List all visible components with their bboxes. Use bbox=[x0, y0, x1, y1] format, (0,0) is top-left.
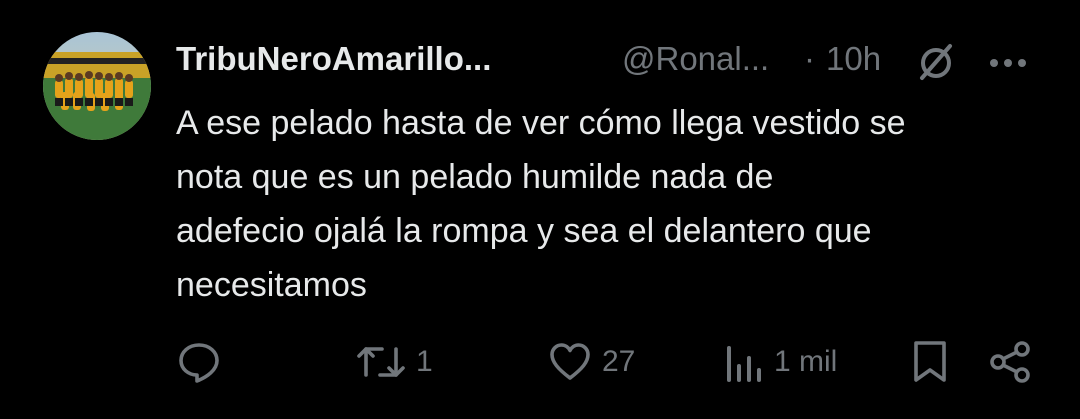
bookmark-icon bbox=[914, 341, 946, 382]
repost-icon bbox=[357, 347, 405, 377]
action-bar: 1 27 1 mil bbox=[176, 336, 1046, 388]
like-count: 27 bbox=[602, 345, 636, 378]
post-time[interactable]: 10h bbox=[826, 40, 881, 78]
views-count: 1 mil bbox=[774, 345, 838, 378]
separator-dot: · bbox=[804, 40, 815, 77]
post-text-line: adefecio ojalá la rompa y sea el delante… bbox=[176, 212, 872, 250]
post-text: A ese pelado hasta de ver cómo llega ves… bbox=[176, 96, 1056, 312]
reply-button[interactable] bbox=[176, 336, 232, 388]
views-button[interactable]: 1 mil bbox=[724, 336, 837, 388]
bookmark-button[interactable] bbox=[910, 336, 950, 388]
repost-count: 1 bbox=[416, 345, 433, 378]
share-icon bbox=[990, 341, 1030, 383]
post-text-line: necesitamos bbox=[176, 266, 367, 304]
author-handle[interactable]: @Ronal... bbox=[622, 40, 769, 78]
share-button[interactable] bbox=[988, 336, 1034, 388]
post-text-line: A ese pelado hasta de ver cómo llega ves… bbox=[176, 104, 906, 142]
post-header: TribuNeroAmarillo... @Ronal... · 10h bbox=[176, 38, 1056, 82]
more-icon[interactable] bbox=[988, 56, 1028, 68]
repost-button[interactable]: 1 bbox=[356, 336, 433, 388]
reply-icon bbox=[179, 343, 219, 383]
post[interactable]: TribuNeroAmarillo... @Ronal... · 10h A e… bbox=[0, 0, 1080, 419]
views-icon bbox=[727, 346, 761, 382]
post-text-line: nota que es un pelado humilde nada de bbox=[176, 158, 774, 196]
avatar[interactable] bbox=[43, 32, 151, 140]
heart-icon bbox=[550, 343, 590, 380]
author-display-name[interactable]: TribuNeroAmarillo... bbox=[176, 40, 491, 78]
like-button[interactable]: 27 bbox=[548, 336, 635, 388]
team-photo-avatar bbox=[43, 32, 151, 140]
grok-icon[interactable] bbox=[916, 42, 956, 82]
